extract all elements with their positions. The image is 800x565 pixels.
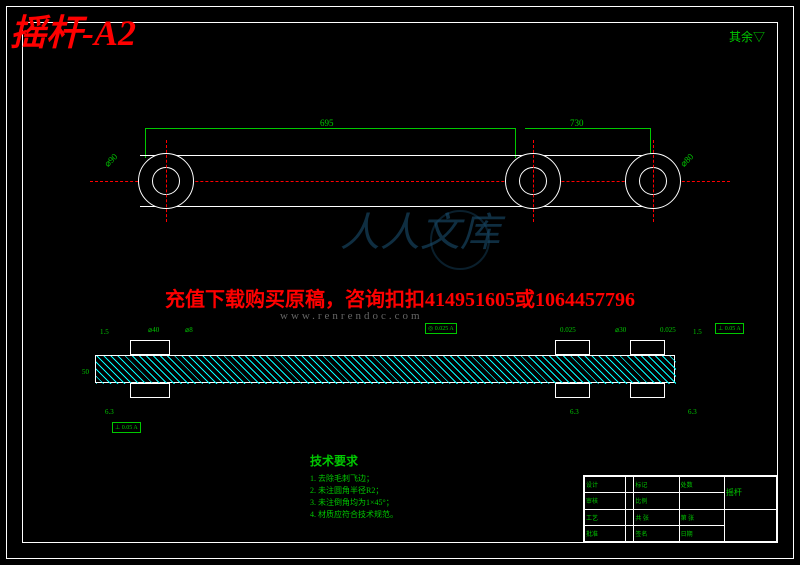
sec-boss-r-bot: [630, 383, 665, 398]
ext-line-2: [515, 128, 516, 158]
watermark-url: www.renrendoc.com: [280, 310, 423, 322]
tech-req-2: 2. 未注圆角半径R2；: [310, 485, 398, 497]
sec-boss-r-top: [630, 340, 665, 355]
watermark-circle: [430, 210, 490, 270]
tb-cell: 第 张: [679, 509, 724, 525]
sd-7: 0.025: [660, 326, 676, 334]
tb-part-name: 摇杆: [724, 477, 776, 510]
tb-cell: 工艺: [585, 509, 626, 525]
drawing-title: 摇杆-A2: [10, 4, 136, 56]
tb-cell: 日期: [679, 525, 724, 541]
sec-boss-m-bot: [555, 383, 590, 398]
dim-span1: 695: [320, 118, 334, 128]
sd-b2: ⊥ 0.05 A: [112, 422, 141, 433]
sd-b1: 6.3: [105, 408, 114, 416]
dim-line-1: [145, 128, 515, 129]
sd-5: 0.025: [560, 326, 576, 334]
tech-req-3: 3. 未注倒角均为1×45°；: [310, 497, 398, 509]
sd-b3: 6.3: [570, 408, 579, 416]
sd-8: 1.5: [693, 328, 702, 336]
tb-cell: 共 张: [634, 509, 679, 525]
cl-v2: [533, 140, 534, 222]
title-block-table: 设计 标记 处数 摇杆 审核 比例 工艺 共 张 第 张 批准 签名 日期: [584, 476, 777, 542]
dim-line-2: [525, 128, 650, 129]
sec-boss-m-top: [555, 340, 590, 355]
section-view: [95, 355, 675, 383]
cl-v3: [653, 140, 654, 222]
sd-l1: 50: [82, 368, 89, 376]
tb-cell: 批准: [585, 525, 626, 541]
ext-line-1: [145, 128, 146, 158]
tb-cell: [626, 477, 634, 493]
cl-v1: [166, 140, 167, 222]
title-block: 设计 标记 处数 摇杆 审核 比例 工艺 共 张 第 张 批准 签名 日期: [583, 475, 778, 543]
hatch-region: [96, 356, 676, 384]
tb-cell: [626, 525, 634, 541]
sd-2: ⌀40: [148, 326, 159, 334]
sec-boss-l-bot: [130, 383, 170, 398]
tb-cell: 标记: [634, 477, 679, 493]
tb-cell: 设计: [585, 477, 626, 493]
sec-boss-l-top: [130, 340, 170, 355]
tb-cell: [724, 509, 776, 542]
tech-req-4: 4. 材质应符合技术规范。: [310, 509, 398, 521]
tech-req-1: 1. 去除毛刺飞边；: [310, 473, 398, 485]
technical-requirements: 技术要求 1. 去除毛刺飞边； 2. 未注圆角半径R2； 3. 未注倒角均为1×…: [310, 452, 398, 521]
sd-3: ⌀8: [185, 326, 193, 334]
sd-1: 1.5: [100, 328, 109, 336]
purchase-overlay-text: 充值下载购买原稿，咨询扣扣414951605或1064457796: [50, 283, 750, 312]
tb-cell: 签名: [634, 525, 679, 541]
surface-finish-note: 其余▽: [729, 28, 765, 45]
tb-cell: [679, 493, 724, 509]
tb-cell: [626, 509, 634, 525]
dim-span2: 730: [570, 118, 584, 128]
sd-b4: 6.3: [688, 408, 697, 416]
tb-cell: 处数: [679, 477, 724, 493]
tb-cell: 审核: [585, 493, 626, 509]
sd-6: ⌀30: [615, 326, 626, 334]
tb-cell: 比例: [634, 493, 679, 509]
sd-tol2: ⊥ 0.05 A: [715, 323, 744, 334]
sd-tol1: ◎ 0.025 A: [425, 323, 457, 334]
tb-cell: [626, 493, 634, 509]
tech-req-title: 技术要求: [310, 452, 398, 469]
